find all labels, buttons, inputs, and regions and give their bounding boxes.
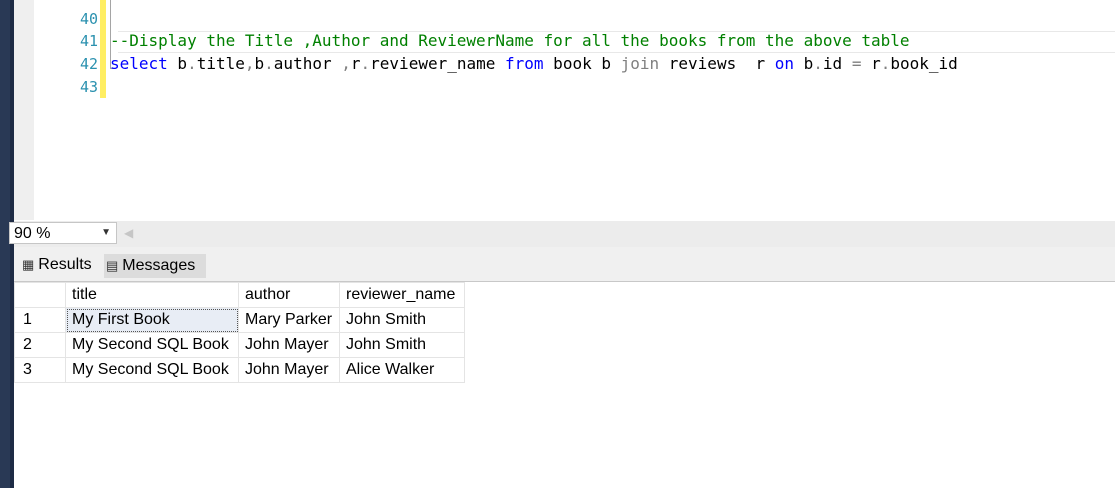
- header-row: title author reviewer_name: [14, 282, 465, 308]
- query-token: =: [851, 54, 862, 73]
- tab-results[interactable]: ▦ Results: [18, 254, 100, 278]
- query-token: reviewer_name: [370, 54, 506, 73]
- line-number: 43: [79, 78, 98, 96]
- line-number: 41: [79, 32, 98, 50]
- query-token: id: [822, 54, 852, 73]
- results-table: title author reviewer_name 1 My First Bo…: [14, 282, 465, 383]
- query-token: .: [187, 54, 197, 73]
- table-row: 3 My Second SQL Book John Mayer Alice Wa…: [14, 357, 465, 383]
- query-token: book_id: [890, 54, 958, 73]
- row-number[interactable]: 2: [14, 332, 66, 358]
- query-token: b: [254, 54, 265, 73]
- results-grid[interactable]: title author reviewer_name 1 My First Bo…: [14, 281, 1115, 489]
- table-row: 2 My Second SQL Book John Mayer John Smi…: [14, 332, 465, 358]
- messages-icon: ▤: [106, 258, 119, 273]
- query-token: from: [505, 54, 544, 73]
- cell-reviewer-name[interactable]: John Smith: [339, 307, 465, 333]
- zoom-dropdown[interactable]: 90 % ▼: [9, 222, 117, 244]
- query-token: .: [360, 54, 371, 73]
- tab-messages-label: Messages: [122, 257, 196, 274]
- query-token: ,: [244, 54, 255, 73]
- window-left-edge: [0, 0, 10, 488]
- scroll-left-icon[interactable]: ◀: [124, 226, 133, 240]
- line-number: 42: [79, 55, 98, 73]
- cell-author[interactable]: John Mayer: [238, 332, 340, 358]
- cell-title[interactable]: My First Book: [65, 307, 239, 333]
- tab-results-label: Results: [38, 256, 92, 273]
- grid-icon: ▦: [22, 257, 35, 272]
- cell-title[interactable]: My Second SQL Book: [65, 357, 239, 383]
- query-line[interactable]: select b.title,b.author ,r.reviewer_name…: [110, 54, 958, 73]
- query-token: b: [167, 54, 188, 73]
- query-token: .: [880, 54, 891, 73]
- cell-reviewer-name[interactable]: John Smith: [339, 332, 465, 358]
- query-token: .: [813, 54, 823, 73]
- query-token: r: [350, 54, 361, 73]
- cell-reviewer-name[interactable]: Alice Walker: [339, 357, 465, 383]
- query-token: b: [794, 54, 814, 73]
- column-header-author[interactable]: author: [238, 282, 340, 308]
- query-token: reviews r: [659, 54, 775, 73]
- comment-line[interactable]: --Display the Title ,Author and Reviewer…: [110, 31, 910, 50]
- zoom-bar: 90 % ▼ ◀: [9, 221, 1115, 247]
- query-token: on: [774, 54, 794, 73]
- change-tracking-bar: [100, 0, 106, 98]
- cell-title[interactable]: My Second SQL Book: [65, 332, 239, 358]
- results-panel: ▦ Results ▤ Messages title author reviewer…: [14, 247, 1115, 489]
- query-token: book b: [543, 54, 621, 73]
- query-token: .: [264, 54, 274, 73]
- editor-gutter: [14, 0, 34, 220]
- row-number[interactable]: 1: [14, 307, 66, 333]
- tab-messages[interactable]: ▤ Messages: [104, 254, 206, 278]
- query-token: ,: [341, 54, 351, 73]
- chevron-down-icon[interactable]: ▼: [101, 227, 111, 238]
- cell-author[interactable]: John Mayer: [238, 357, 340, 383]
- zoom-value: 90 %: [14, 225, 51, 242]
- query-token: title: [196, 54, 245, 73]
- line-number: 40: [79, 10, 98, 28]
- query-token: join: [620, 54, 660, 73]
- query-editor[interactable]: 40 41 42 43 --Display the Title ,Author …: [14, 0, 1115, 220]
- corner-cell[interactable]: [14, 282, 66, 308]
- column-header-title[interactable]: title: [65, 282, 239, 308]
- table-row: 1 My First Book Mary Parker John Smith: [14, 307, 465, 333]
- cell-author[interactable]: Mary Parker: [238, 307, 340, 333]
- query-token: r: [861, 54, 881, 73]
- column-header-reviewer-name[interactable]: reviewer_name: [339, 282, 465, 308]
- query-token: author: [273, 54, 342, 73]
- query-token: select: [110, 54, 168, 73]
- row-number[interactable]: 3: [14, 357, 66, 383]
